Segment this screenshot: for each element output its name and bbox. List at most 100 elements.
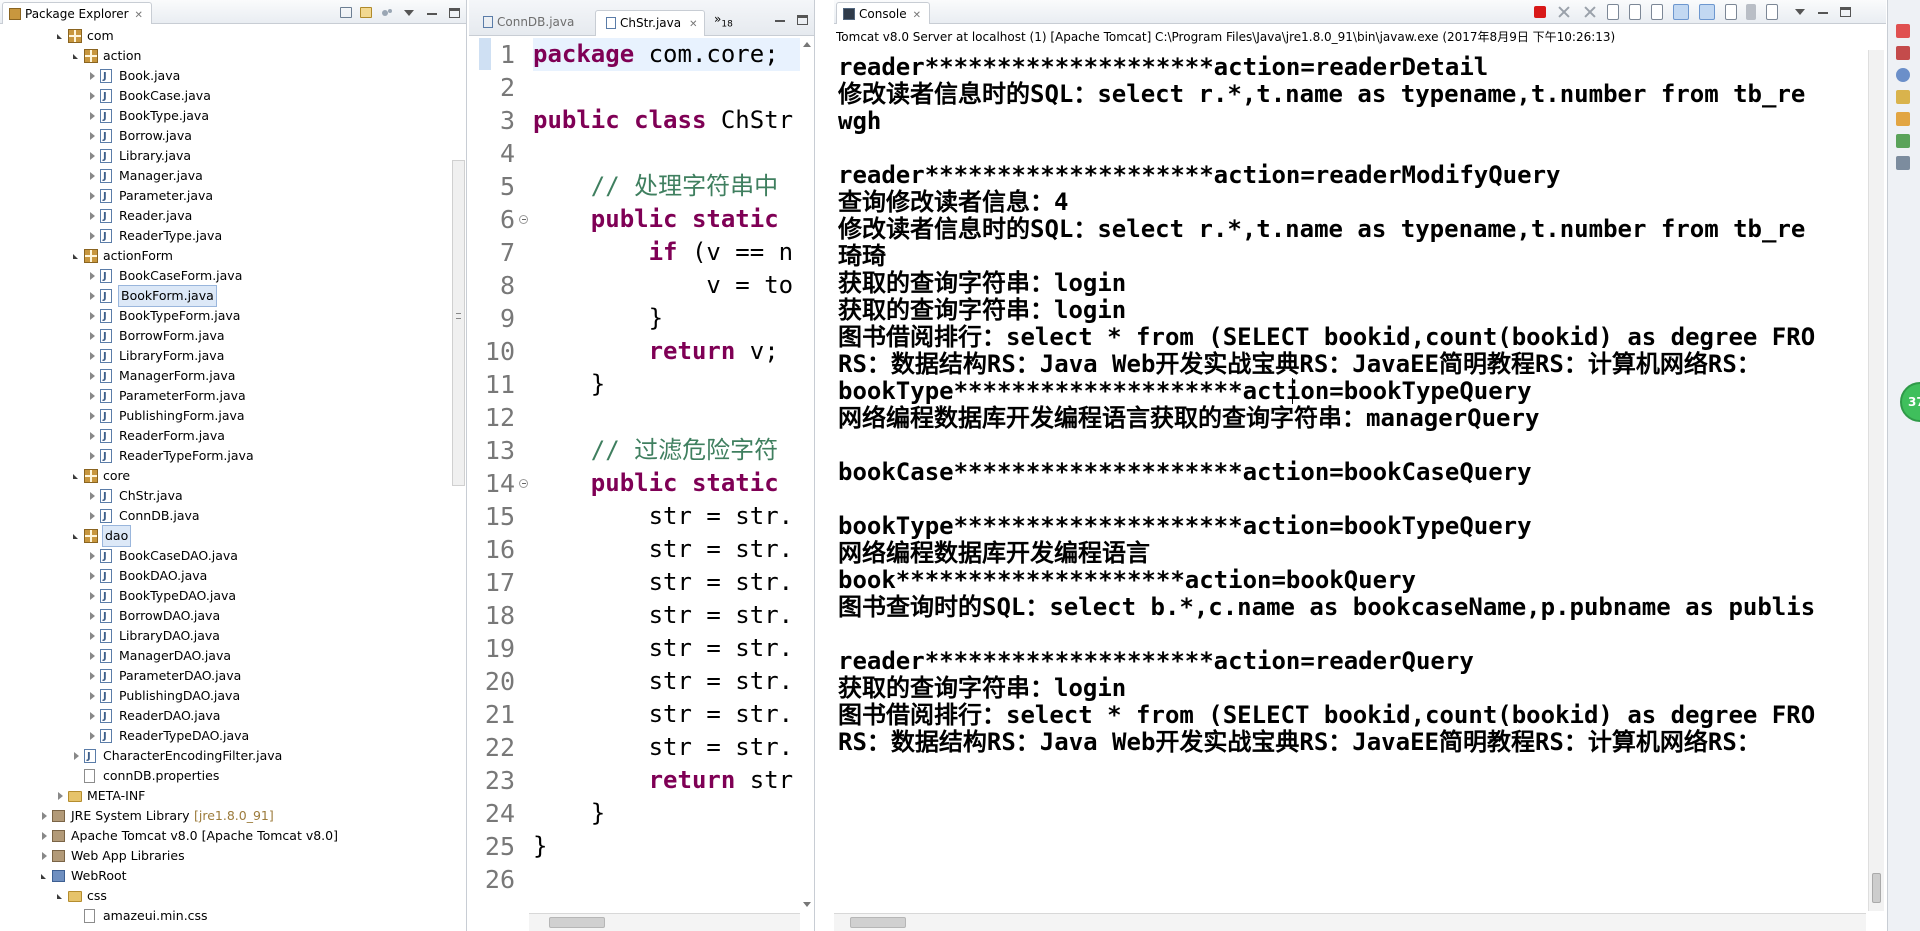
- collapsed-twistie-icon[interactable]: [56, 786, 66, 806]
- collapsed-twistie-icon[interactable]: [88, 226, 98, 246]
- tree-item-java-file[interactable]: ManagerForm.java: [0, 366, 450, 387]
- expanded-twistie-icon[interactable]: [72, 246, 82, 266]
- tree-item-java-file[interactable]: BorrowForm.java: [0, 326, 450, 347]
- tree-item-package[interactable]: actionForm: [0, 246, 450, 266]
- minimize-icon[interactable]: [773, 12, 789, 28]
- tree-item-java-file[interactable]: ConnDB.java: [0, 506, 450, 527]
- collapse-all-icon[interactable]: [339, 7, 352, 18]
- fold-toggle-icon[interactable]: [519, 479, 528, 488]
- collapsed-twistie-icon[interactable]: [88, 66, 98, 86]
- collapsed-twistie-icon[interactable]: [40, 846, 50, 866]
- remove-launch-icon[interactable]: [1556, 4, 1572, 20]
- package-tree[interactable]: com action Book.java BookCase.java BookType.…: [0, 26, 450, 931]
- collapsed-twistie-icon[interactable]: [88, 366, 98, 386]
- expanded-twistie-icon[interactable]: [72, 46, 82, 66]
- tree-item-package[interactable]: core: [0, 466, 450, 486]
- tree-item-java-file[interactable]: BookForm.java: [0, 285, 450, 307]
- collapsed-twistie-icon[interactable]: [88, 126, 98, 146]
- scrollbar-thumb[interactable]: [549, 917, 605, 928]
- collapsed-twistie-icon[interactable]: [88, 326, 98, 346]
- collapsed-twistie-icon[interactable]: [88, 386, 98, 406]
- collapsed-twistie-icon[interactable]: [88, 486, 98, 506]
- tree-item-package[interactable]: dao: [0, 525, 450, 547]
- tree-item-java-file[interactable]: BookTypeDAO.java: [0, 586, 450, 607]
- tab-conndb[interactable]: ConnDB.java: [473, 10, 580, 36]
- remove-all-terminated-icon[interactable]: [1582, 4, 1598, 20]
- tab-package-explorer[interactable]: Package Explorer ✕: [2, 2, 152, 24]
- scroll-up-icon[interactable]: [803, 42, 811, 47]
- collapsed-twistie-icon[interactable]: [88, 506, 98, 526]
- pin-console-icon[interactable]: [1724, 4, 1737, 20]
- tree-item[interactable]: amazeui.min.css: [0, 906, 450, 926]
- tree-item[interactable]: JRE System Library [jre1.8.0_91]: [0, 806, 450, 826]
- code-area[interactable]: package com.core; public class ChStr // 处…: [533, 38, 800, 911]
- collapsed-twistie-icon[interactable]: [88, 646, 98, 666]
- tree-item-java-file[interactable]: LibraryDAO.java: [0, 626, 450, 647]
- view-menu-icon[interactable]: [401, 5, 417, 21]
- collapsed-twistie-icon[interactable]: [88, 606, 98, 626]
- tree-item-java-file[interactable]: Parameter.java: [0, 186, 450, 207]
- collapsed-twistie-icon[interactable]: [88, 266, 98, 286]
- editor-horizontal-scrollbar[interactable]: [529, 913, 800, 931]
- collapsed-twistie-icon[interactable]: [88, 206, 98, 226]
- scrollbar-grip[interactable]: [456, 313, 461, 319]
- tree-item-java-file[interactable]: Library.java: [0, 146, 450, 167]
- tree-item[interactable]: WebRoot: [0, 866, 450, 886]
- tree-item-java-file[interactable]: CharacterEncodingFilter.java: [0, 746, 450, 767]
- collapsed-twistie-icon[interactable]: [88, 566, 98, 586]
- tree-item-java-file[interactable]: Borrow.java: [0, 126, 450, 147]
- tree-item-java-file[interactable]: ReaderType.java: [0, 226, 450, 247]
- collapsed-twistie-icon[interactable]: [88, 286, 98, 306]
- collapsed-twistie-icon[interactable]: [40, 806, 50, 826]
- minimize-icon[interactable]: [425, 5, 441, 21]
- tree-item-java-file[interactable]: ReaderDAO.java: [0, 706, 450, 727]
- collapsed-twistie-icon[interactable]: [88, 546, 98, 566]
- maximize-icon[interactable]: [1839, 7, 1851, 17]
- collapsed-twistie-icon[interactable]: [88, 586, 98, 606]
- maximize-icon[interactable]: [449, 8, 460, 18]
- collapsed-twistie-icon[interactable]: [88, 406, 98, 426]
- expanded-twistie-icon[interactable]: [56, 886, 66, 906]
- filter-icon[interactable]: [380, 5, 394, 21]
- tree-item-java-file[interactable]: ChStr.java: [0, 486, 450, 507]
- collapsed-twistie-icon[interactable]: [88, 446, 98, 466]
- more-editors-button[interactable]: »18: [714, 12, 733, 29]
- close-icon[interactable]: ✕: [135, 10, 143, 21]
- tree-item-java-file[interactable]: BookCaseForm.java: [0, 266, 450, 287]
- collapsed-twistie-icon[interactable]: [88, 426, 98, 446]
- editor-vertical-scrollbar[interactable]: [800, 38, 814, 911]
- tree-item[interactable]: css: [0, 886, 450, 906]
- expanded-twistie-icon[interactable]: [72, 466, 82, 486]
- tree-item-package[interactable]: action: [0, 46, 450, 66]
- collapsed-twistie-icon[interactable]: [88, 146, 98, 166]
- maximize-icon[interactable]: [797, 15, 808, 25]
- console-vertical-scrollbar[interactable]: [1868, 50, 1884, 911]
- tree-item-java-file[interactable]: LibraryForm.java: [0, 346, 450, 367]
- tree-item-java-file[interactable]: ParameterDAO.java: [0, 666, 450, 687]
- tree-item[interactable]: connDB.properties: [0, 766, 450, 786]
- tree-item[interactable]: Web App Libraries: [0, 846, 450, 866]
- collapsed-twistie-icon[interactable]: [40, 826, 50, 846]
- fold-toggle-icon[interactable]: [519, 215, 528, 224]
- show-on-stderr-icon[interactable]: [1698, 4, 1715, 20]
- console-horizontal-scrollbar[interactable]: [834, 913, 1866, 931]
- collapsed-twistie-icon[interactable]: [88, 726, 98, 746]
- collapsed-twistie-icon[interactable]: [88, 706, 98, 726]
- tree-item-java-file[interactable]: PublishingForm.java: [0, 406, 450, 427]
- clear-console-icon[interactable]: [1607, 4, 1620, 20]
- collapsed-twistie-icon[interactable]: [88, 186, 98, 206]
- tree-item-java-file[interactable]: ParameterForm.java: [0, 386, 450, 407]
- collapsed-twistie-icon[interactable]: [88, 686, 98, 706]
- servers-icon[interactable]: [1896, 134, 1910, 148]
- problems-icon[interactable]: [1896, 46, 1910, 60]
- tree-item-java-file[interactable]: ManagerDAO.java: [0, 646, 450, 667]
- collapsed-twistie-icon[interactable]: [88, 106, 98, 126]
- link-with-editor-icon[interactable]: [359, 7, 372, 18]
- scrollbar-thumb[interactable]: [850, 917, 906, 928]
- collapsed-twistie-icon[interactable]: [88, 626, 98, 646]
- package-explorer-scrollbar[interactable]: [452, 160, 465, 486]
- tree-item-java-file[interactable]: BorrowDAO.java: [0, 606, 450, 627]
- minimize-icon[interactable]: [1816, 4, 1832, 20]
- tree-item-java-file[interactable]: Manager.java: [0, 166, 450, 187]
- tree-item-java-file[interactable]: ReaderTypeForm.java: [0, 446, 450, 467]
